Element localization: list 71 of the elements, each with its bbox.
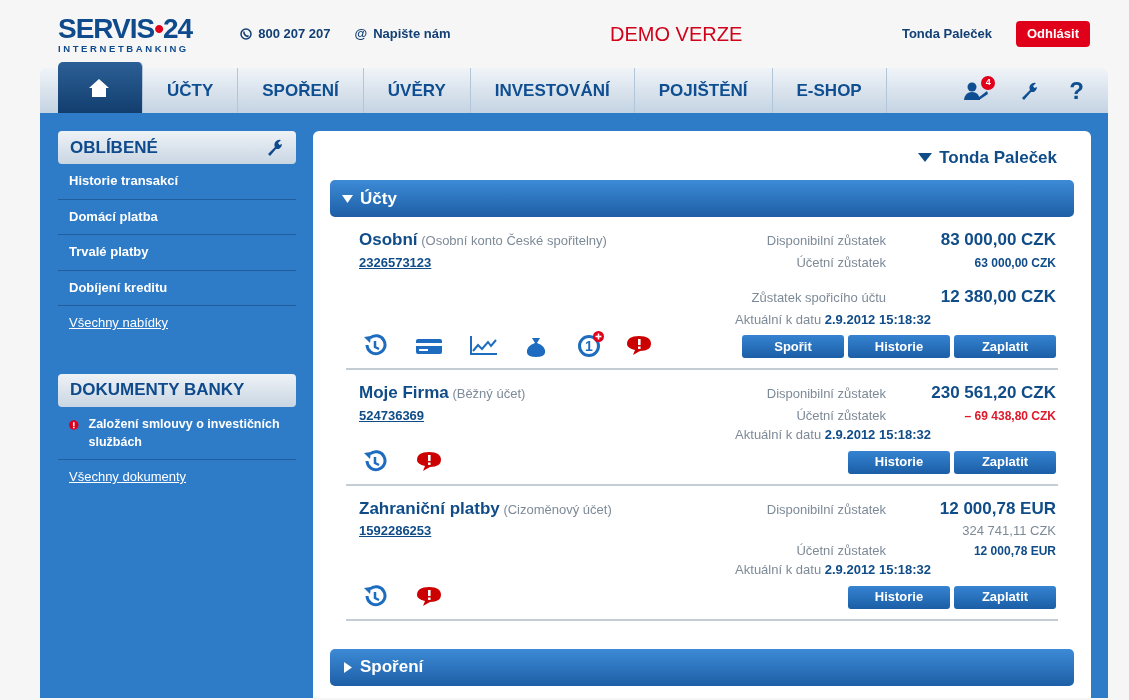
alert-icon[interactable] (626, 334, 654, 358)
update-date: Aktuální k datu 2.9.2012 15:18:32 (734, 561, 932, 579)
help-button[interactable]: ? (1069, 72, 1084, 109)
document-link[interactable]: Založení smlouvy o investičních službách (88, 414, 285, 452)
balance-amount: 12 000,78 EUR (939, 497, 1056, 520)
account-number[interactable]: 2326573123 (359, 254, 432, 270)
history-icon[interactable] (362, 584, 390, 609)
balance-amount: 63 000,00 CZK (974, 254, 1056, 272)
collapsed-caret-icon (342, 661, 353, 673)
sidebar-link[interactable]: Trvalé platby (58, 235, 296, 271)
history-icon[interactable] (362, 334, 390, 358)
account-type: (Běžný účet) (452, 386, 526, 401)
alert-icon[interactable] (416, 584, 444, 609)
favorites-title: OBLÍBENÉ (70, 136, 158, 159)
balance-label: Disponibilní zůstatek (765, 232, 886, 250)
home-icon (88, 77, 110, 98)
wrench-icon[interactable] (266, 138, 284, 157)
action-button[interactable]: Spořit (742, 335, 844, 358)
balance-label: Zůstatek spořicího účtu (750, 289, 886, 307)
balance-label: Disponibilní zůstatek (765, 385, 886, 403)
expanded-caret-icon (342, 193, 353, 204)
all-documents-link[interactable]: Všechny dokumenty (58, 460, 198, 494)
update-date: Aktuální k datu 2.9.2012 15:18:32 (734, 426, 932, 444)
documents-title: DOKUMENTY BANKY (70, 379, 245, 402)
balance-amount: 230 561,20 CZK (931, 382, 1056, 404)
balance-label: Účetní zůstatek (795, 253, 886, 272)
user-name: Tonda Paleček (901, 25, 992, 44)
home-tab[interactable] (58, 62, 143, 113)
sidebar-link[interactable]: Dobíjení kreditu (58, 270, 296, 306)
action-button[interactable]: Historie (848, 335, 950, 358)
contact-link[interactable]: Napište nám (373, 24, 451, 44)
history-icon[interactable] (362, 449, 390, 474)
action-button[interactable]: Zaplatit (954, 335, 1056, 358)
balance-label: Účetní zůstatek (795, 541, 886, 560)
sidebar-link[interactable]: Historie transakcí (58, 164, 296, 200)
balance-label: Účetní zůstatek (795, 406, 886, 425)
balance-label: Disponibilní zůstatek (765, 500, 886, 519)
balance-amount: 12 000,78 EUR (973, 542, 1056, 560)
alert-icon[interactable] (416, 449, 444, 474)
account-name[interactable]: Osobní (359, 230, 418, 249)
section-header[interactable]: Účty (330, 180, 1074, 217)
account-number[interactable]: 1592286253 (359, 523, 432, 538)
action-button[interactable]: Zaplatit (954, 450, 1056, 474)
caret-icon (918, 153, 933, 162)
update-date: Aktuální k datu 2.9.2012 15:18:32 (734, 310, 932, 329)
user-name[interactable]: Tonda Paleček (939, 144, 1057, 171)
negative-amount: – 69 438,80 CZK (964, 407, 1056, 425)
chart-icon[interactable] (470, 334, 498, 358)
logout-button[interactable]: Odhlásit (1016, 21, 1090, 47)
sidebar-link[interactable]: Domácí platba (58, 199, 296, 235)
account-number[interactable]: 524736369 (359, 407, 425, 423)
account-name[interactable]: Zahraniční platby (359, 498, 500, 518)
action-button[interactable]: Historie (848, 450, 950, 474)
logo[interactable]: SERVIS•24 INTERNETBANKING (58, 14, 193, 54)
phone-number: 800 207 207 (258, 25, 331, 44)
phone-icon (240, 28, 253, 40)
demo-label: DEMO VERZE (610, 22, 743, 47)
action-button[interactable]: Zaplatit (954, 585, 1056, 609)
people-icon[interactable] (963, 80, 990, 101)
account-type: (Osobní konto České spořitelny) (421, 233, 607, 248)
action-button[interactable]: Historie (848, 585, 950, 609)
balance-amount: 12 380,00 CZK (940, 286, 1056, 308)
plus-badge-icon (593, 331, 604, 342)
all-offers-link[interactable]: Všechny nabídky (58, 306, 179, 340)
at-icon: @ (354, 24, 368, 44)
balance-amount: 83 000,00 CZK (940, 229, 1056, 251)
notification-badge: 4 (981, 75, 996, 90)
section-header[interactable]: Spoření (330, 648, 1074, 686)
balance-amount: 324 741,11 CZK (962, 522, 1056, 540)
account-name[interactable]: Moje Firma (359, 383, 449, 402)
account-type: (Cizoměnový účet) (503, 501, 612, 517)
